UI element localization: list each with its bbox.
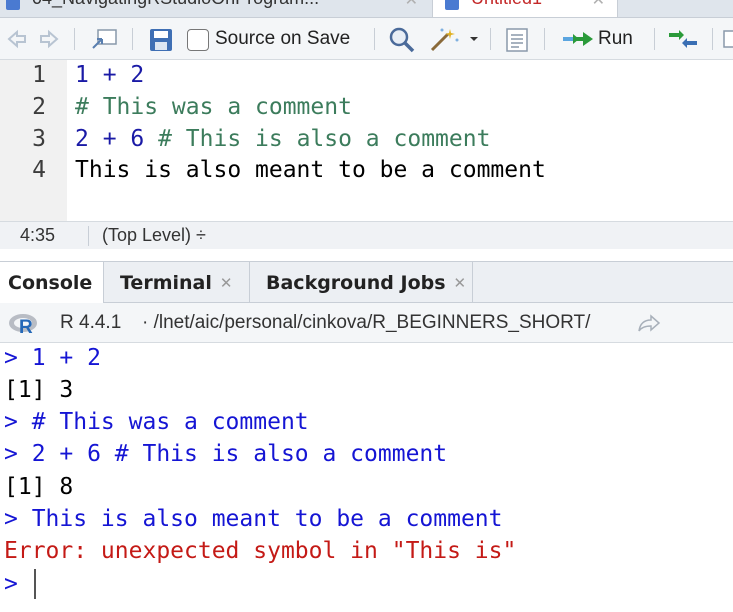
code-tools-wand-icon[interactable]	[428, 26, 464, 54]
code-line[interactable]: # This was a comment	[75, 94, 352, 120]
tab-label: Untitled1*	[471, 0, 549, 8]
cursor-position: 4:35	[20, 225, 56, 245]
tab-label: Background Jobs	[266, 271, 446, 294]
line-number: 3	[32, 126, 46, 152]
document-outline-icon[interactable]	[505, 27, 529, 53]
tab-navigating-rstudio[interactable]: 04_NavigatingRStudioOnProgram... ✕	[0, 0, 430, 17]
editor-toolbar: Source on Save Run	[0, 18, 733, 60]
line-number: 4	[32, 157, 46, 183]
close-icon[interactable]: ✕	[592, 0, 605, 10]
code-comment: # This is also a comment	[158, 126, 491, 152]
run-button[interactable]: Run	[598, 27, 633, 51]
tab-console[interactable]: Console	[0, 262, 104, 304]
close-icon[interactable]: ✕	[454, 274, 467, 292]
go-to-directory-icon[interactable]	[637, 314, 661, 338]
console-prompt[interactable]: >	[4, 571, 18, 597]
text-cursor	[34, 569, 36, 599]
source-on-save-checkbox[interactable]	[187, 29, 209, 51]
close-icon[interactable]: ✕	[405, 0, 418, 10]
code-number: 1 + 2	[75, 62, 145, 88]
console-error-line: Error: unexpected symbol in "This is"	[4, 538, 517, 564]
tab-label: 04_NavigatingRStudioOnProgram...	[32, 0, 319, 8]
console-input-line: > 1 + 2	[4, 345, 101, 371]
code-number: 2 + 6	[75, 126, 159, 152]
svg-text:R: R	[19, 317, 33, 336]
close-icon[interactable]: ✕	[220, 274, 233, 292]
scope-dropdown[interactable]: (Top Level) ÷	[102, 225, 206, 246]
source-button-partial[interactable]	[720, 27, 733, 51]
show-in-new-window-icon[interactable]	[90, 27, 120, 51]
save-icon[interactable]	[148, 27, 174, 53]
source-on-save-label: Source on Save	[215, 28, 351, 49]
rerun-icon[interactable]	[667, 27, 699, 51]
console-input-line: > # This was a comment	[4, 409, 309, 435]
working-directory: · /lnet/aic/personal/cinkova/R_BEGINNERS…	[142, 312, 591, 333]
source-editor[interactable]: 1 1 + 2 2 # This was a comment 3 2 + 6 #…	[0, 60, 733, 221]
code-text: This is also meant to be a comment	[75, 157, 546, 183]
console-output-line: [1] 3	[4, 377, 74, 403]
editor-status-bar: 4:35 (Top Level) ÷	[0, 221, 733, 249]
back-arrow-icon[interactable]	[6, 28, 28, 50]
console-input-line: > 2 + 6 # This is also a comment	[4, 441, 448, 467]
source-tab-strip: 04_NavigatingRStudioOnProgram... ✕ Untit…	[0, 0, 733, 18]
code-line[interactable]: This is also meant to be a comment	[75, 157, 546, 183]
forward-arrow-icon[interactable]	[38, 28, 60, 50]
r-logo-icon: R	[8, 312, 40, 338]
tab-label: Console	[8, 272, 93, 294]
console-input-line: > This is also meant to be a comment	[4, 506, 503, 532]
console-header: R R 4.4.1 · /lnet/aic/personal/cinkova/R…	[0, 303, 733, 343]
code-line[interactable]: 2 + 6 # This is also a comment	[75, 126, 490, 152]
run-arrow-icon[interactable]	[561, 28, 597, 50]
code-line[interactable]: 1 + 2	[75, 62, 144, 88]
line-number: 2	[32, 94, 46, 120]
r-version: R 4.4.1	[60, 312, 122, 333]
console-output-line: [1] 8	[4, 474, 74, 500]
tab-untitled1[interactable]: Untitled1* ✕	[432, 0, 618, 17]
tab-label: Terminal	[120, 271, 212, 294]
tab-terminal[interactable]: Terminal ✕	[104, 262, 250, 303]
console-pane-tabs: Console Terminal ✕ Background Jobs ✕	[0, 261, 733, 304]
find-replace-icon[interactable]	[388, 26, 416, 54]
code-comment: # This was a comment	[75, 94, 352, 120]
r-file-icon	[445, 0, 459, 10]
r-file-icon	[6, 0, 20, 10]
chevron-down-icon[interactable]	[469, 34, 479, 44]
console-output[interactable]: > 1 + 2 [1] 3 > # This was a comment > 2…	[0, 343, 733, 612]
line-number: 1	[32, 62, 46, 88]
tab-background-jobs[interactable]: Background Jobs ✕	[250, 262, 473, 303]
